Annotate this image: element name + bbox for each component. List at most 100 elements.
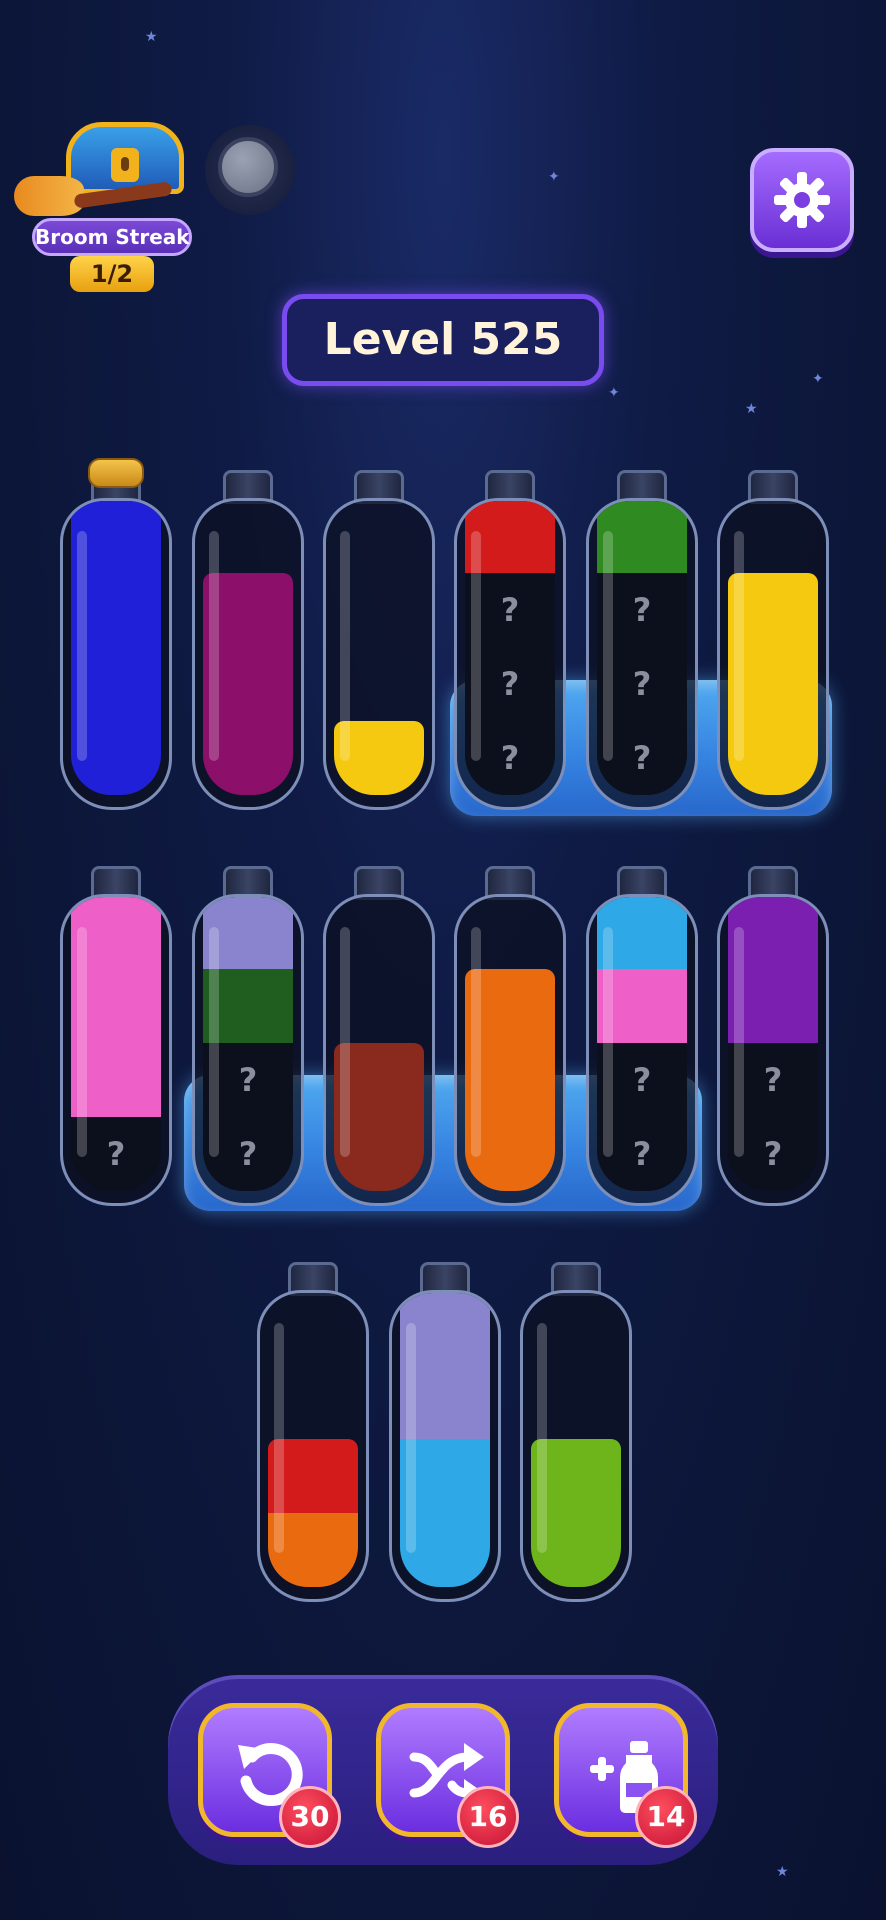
liquid-layer-orange — [465, 1117, 555, 1191]
bottle[interactable] — [192, 470, 304, 814]
liquid-layer-lavender — [400, 1365, 490, 1439]
hidden-layer: ? — [71, 1117, 161, 1191]
liquid-layer-pink — [71, 897, 161, 969]
hidden-layer: ? — [597, 573, 687, 647]
liquid-layer-darkgreen — [203, 969, 293, 1043]
liquid-layer-orange — [268, 1513, 358, 1587]
liquid-layer-blue — [71, 573, 161, 647]
liquid-layer-purple — [728, 897, 818, 969]
hidden-layer: ? — [597, 1043, 687, 1117]
hidden-layer: ? — [597, 721, 687, 795]
powerup-toolbar: 30 16 14 — [168, 1675, 718, 1865]
bottle[interactable] — [323, 470, 435, 814]
liquid-layer-purple — [728, 969, 818, 1043]
gear-icon — [774, 172, 830, 228]
bottle-body: ??? — [454, 498, 566, 810]
bottle-body — [717, 498, 829, 810]
bottle-body: ?? — [717, 894, 829, 1206]
bottle-body — [323, 894, 435, 1206]
bottle-body — [323, 498, 435, 810]
question-mark-icon: ? — [500, 591, 520, 629]
shuffle-count-badge: 16 — [457, 1786, 519, 1848]
liquid-layer-skyblue — [400, 1439, 490, 1513]
bottle-body — [60, 498, 172, 810]
liquid-layer-skyblue — [597, 897, 687, 969]
bottle[interactable]: ? — [60, 866, 172, 1210]
streak-label: Broom Streak — [32, 218, 192, 256]
liquid-layer-blue — [71, 721, 161, 795]
star-decoration: ★ — [145, 29, 158, 45]
star-decoration: ✦ — [812, 371, 824, 387]
liquid-layer-skyblue — [400, 1513, 490, 1587]
liquid-layer-yellow — [334, 721, 424, 795]
bottle[interactable]: ?? — [717, 866, 829, 1210]
undo-button[interactable]: 30 — [198, 1703, 341, 1848]
bottle-body: ??? — [586, 498, 698, 810]
settings-button[interactable] — [750, 148, 854, 252]
question-mark-icon: ? — [632, 1061, 652, 1099]
liquid-layer-orange — [465, 969, 555, 1043]
liquid-layer-orange — [465, 1043, 555, 1117]
star-decoration: ★ — [745, 401, 758, 417]
bottle[interactable] — [323, 866, 435, 1210]
liquid-layer-magenta — [203, 721, 293, 795]
liquid-layer-lavender — [203, 897, 293, 969]
bottle[interactable] — [454, 866, 566, 1210]
liquid-layer-red — [465, 501, 555, 573]
toggle-knob — [218, 137, 278, 197]
question-mark-icon: ? — [632, 739, 652, 777]
undo-count-badge: 30 — [279, 1786, 341, 1848]
shuffle-button[interactable]: 16 — [376, 1703, 519, 1848]
liquid-layer-lime — [531, 1439, 621, 1513]
question-mark-icon: ? — [763, 1135, 783, 1173]
liquid-layer-yellow — [728, 647, 818, 721]
hidden-layer: ? — [465, 721, 555, 795]
liquid-layer-brown — [334, 1117, 424, 1191]
question-mark-icon: ? — [763, 1061, 783, 1099]
bottle[interactable] — [257, 1262, 369, 1606]
bottle-body: ?? — [586, 894, 698, 1206]
bottle[interactable] — [717, 470, 829, 814]
add-bottle-button[interactable]: 14 — [554, 1703, 697, 1848]
liquid-layer-green — [597, 501, 687, 573]
bottle[interactable]: ??? — [586, 470, 698, 814]
hidden-layer: ? — [465, 647, 555, 721]
add-bottle-count-badge: 14 — [635, 1786, 697, 1848]
question-mark-icon: ? — [632, 1135, 652, 1173]
star-decoration: ✦ — [548, 169, 560, 185]
bottle-body — [257, 1290, 369, 1602]
broom-streak-widget[interactable]: Broom Streak 1/2 — [14, 118, 204, 298]
bottle[interactable] — [389, 1262, 501, 1606]
streak-count: 1/2 — [70, 256, 154, 292]
question-mark-icon: ? — [238, 1135, 258, 1173]
liquid-layer-magenta — [203, 573, 293, 647]
liquid-layer-yellow — [728, 721, 818, 795]
liquid-layer-lavender — [400, 1293, 490, 1365]
bottle[interactable]: ?? — [192, 866, 304, 1210]
liquid-layer-pink — [597, 969, 687, 1043]
bottle-body: ? — [60, 894, 172, 1206]
hidden-layer: ? — [597, 1117, 687, 1191]
question-mark-icon: ? — [106, 1135, 126, 1173]
hidden-layer: ? — [203, 1117, 293, 1191]
hidden-layer: ? — [728, 1043, 818, 1117]
bottle[interactable] — [60, 458, 172, 814]
bottle[interactable] — [520, 1262, 632, 1606]
liquid-layer-pink — [71, 969, 161, 1043]
toggle-button[interactable] — [205, 125, 295, 215]
bottle-body: ?? — [192, 894, 304, 1206]
hidden-layer: ? — [465, 573, 555, 647]
question-mark-icon: ? — [238, 1061, 258, 1099]
liquid-layer-magenta — [203, 647, 293, 721]
liquid-layer-blue — [71, 501, 161, 573]
hidden-layer: ? — [728, 1117, 818, 1191]
bottle[interactable]: ?? — [586, 866, 698, 1210]
bottle-body — [454, 894, 566, 1206]
liquid-layer-pink — [71, 1043, 161, 1117]
question-mark-icon: ? — [500, 665, 520, 703]
question-mark-icon: ? — [632, 591, 652, 629]
bottle[interactable]: ??? — [454, 470, 566, 814]
liquid-layer-blue — [71, 647, 161, 721]
broom-icon — [14, 170, 173, 218]
hidden-layer: ? — [203, 1043, 293, 1117]
